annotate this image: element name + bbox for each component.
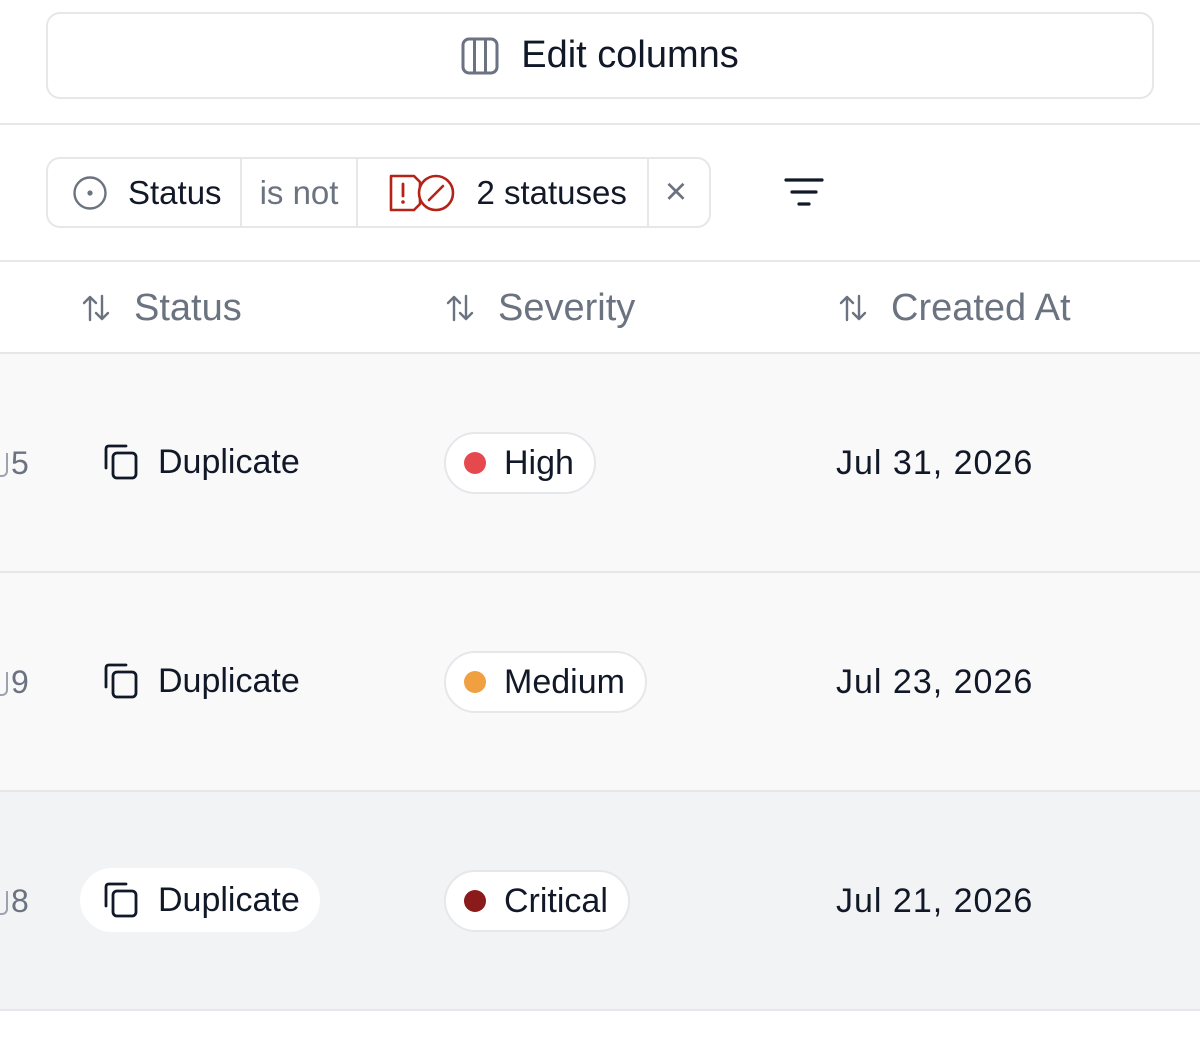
sort-arrows-icon xyxy=(80,292,112,324)
filter-field-label: Status xyxy=(128,173,222,211)
severity-label: Medium xyxy=(504,662,625,701)
column-header-label: Severity xyxy=(498,286,636,329)
duplicate-icon xyxy=(100,442,140,482)
row-id-fragment: 5 xyxy=(0,354,29,572)
table-row[interactable]: 8 Duplicate Critical Jul 21, 2026 xyxy=(0,792,1200,1010)
filter-operator[interactable]: is not xyxy=(242,159,359,226)
circle-dot-icon xyxy=(72,175,108,211)
status-filter-chip: Status is not 2 statuses × xyxy=(46,157,712,228)
status-label: Duplicate xyxy=(158,442,300,481)
filter-operator-label: is not xyxy=(259,173,339,211)
sort-arrows-icon xyxy=(444,292,476,324)
duplicate-icon xyxy=(100,661,140,701)
created-at: Jul 23, 2026 xyxy=(836,662,1034,701)
edit-columns-label: Edit columns xyxy=(521,34,739,76)
duplicate-icon xyxy=(100,880,140,920)
table-row[interactable]: 5 Duplicate High Jul 31, 2026 xyxy=(0,354,1200,572)
created-at: Jul 31, 2026 xyxy=(836,443,1034,482)
filter-menu-button[interactable] xyxy=(782,172,826,212)
status-label: Duplicate xyxy=(158,661,300,700)
column-header-status[interactable]: Status xyxy=(80,262,242,354)
column-header-severity[interactable]: Severity xyxy=(444,262,635,354)
severity-dot xyxy=(464,671,486,693)
close-icon: × xyxy=(664,171,688,213)
filter-field[interactable]: Status xyxy=(48,159,242,226)
severity-badge: Critical xyxy=(444,870,630,932)
columns-icon xyxy=(461,37,499,75)
column-header-label: Created At xyxy=(891,286,1071,329)
status-cell[interactable]: Duplicate xyxy=(80,868,320,932)
filter-value-icons xyxy=(386,173,456,213)
edit-columns-button[interactable]: Edit columns xyxy=(46,12,1154,99)
severity-dot xyxy=(464,890,486,912)
column-header-label: Status xyxy=(134,286,242,329)
status-cell[interactable]: Duplicate xyxy=(80,649,320,713)
issues-table-view: Edit columns Status is not 2 statuses × … xyxy=(0,0,1200,1043)
divider xyxy=(0,123,1200,125)
created-at: Jul 21, 2026 xyxy=(836,881,1034,920)
table-header: Status Severity Created At xyxy=(0,262,1200,354)
remove-filter-button[interactable]: × xyxy=(649,159,709,226)
filter-values[interactable]: 2 statuses xyxy=(358,159,649,226)
ban-icon xyxy=(418,174,455,211)
status-cell[interactable]: Duplicate xyxy=(80,430,320,494)
severity-label: Critical xyxy=(504,881,608,920)
row-id-fragment: 8 xyxy=(0,792,29,1010)
severity-label: High xyxy=(504,443,574,482)
filter-lines-icon xyxy=(782,172,826,212)
column-header-created-at[interactable]: Created At xyxy=(837,262,1071,354)
severity-dot xyxy=(464,452,486,474)
row-id-fragment: 9 xyxy=(0,573,29,791)
divider xyxy=(0,1009,1200,1011)
alert-square-icon xyxy=(390,174,422,211)
severity-badge: Medium xyxy=(444,651,647,713)
table-row[interactable]: 9 Duplicate Medium Jul 23, 2026 xyxy=(0,573,1200,791)
severity-badge: High xyxy=(444,432,596,494)
status-label: Duplicate xyxy=(158,880,300,919)
filter-values-label: 2 statuses xyxy=(476,173,627,211)
sort-arrows-icon xyxy=(837,292,869,324)
